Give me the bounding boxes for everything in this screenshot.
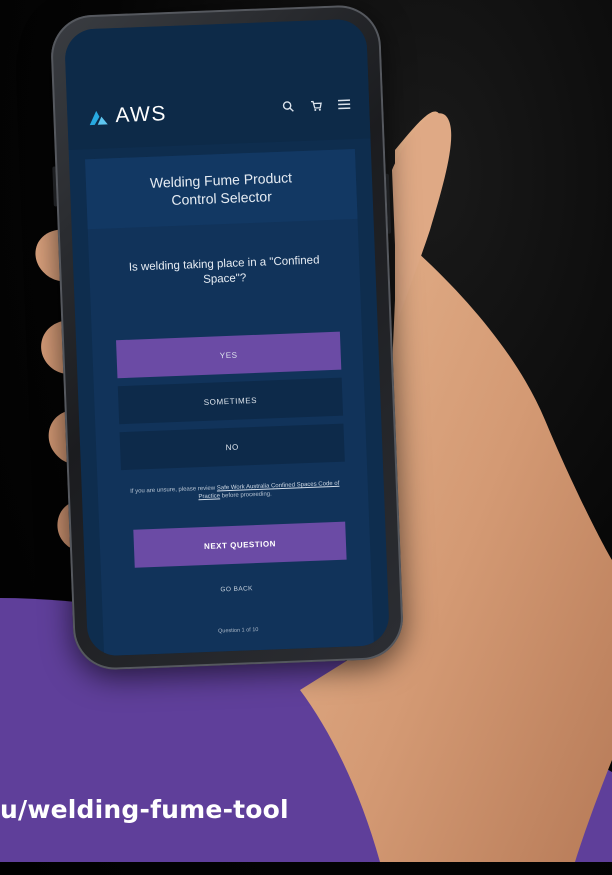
go-back-link[interactable]: GO BACK [102, 581, 372, 598]
next-question-button[interactable]: NEXT QUESTION [133, 521, 347, 568]
option-yes-button[interactable]: YES [116, 331, 342, 379]
app-header: AWS [64, 18, 371, 150]
card-header: Welding Fume Product Control Selector [85, 148, 358, 230]
card-title: Welding Fume Product Control Selector [149, 169, 293, 209]
guidance-note: If you are unsure, please review Safe Wo… [124, 480, 346, 505]
menu-icon[interactable] [337, 97, 352, 112]
aws-logo-icon [89, 110, 108, 126]
smartphone: AWS Welding Fume Product Control Selecto… [49, 3, 405, 672]
header-icons [281, 97, 351, 114]
phone-screen: AWS Welding Fume Product Control Selecto… [64, 18, 390, 657]
selector-card: Welding Fume Product Control Selector Is… [85, 148, 374, 656]
cart-icon[interactable] [309, 98, 324, 113]
question-progress: Question 1 of 10 [217, 627, 259, 635]
note-suffix: before proceeding. [219, 491, 272, 500]
question-text: Is welding taking place in a "Confined S… [128, 254, 320, 286]
aws-logo[interactable]: AWS [87, 102, 167, 129]
option-sometimes-button[interactable]: SOMETIMES [117, 377, 344, 425]
logo-text: AWS [114, 102, 168, 128]
option-no-button[interactable]: NO [119, 423, 345, 471]
search-icon[interactable] [281, 99, 296, 114]
